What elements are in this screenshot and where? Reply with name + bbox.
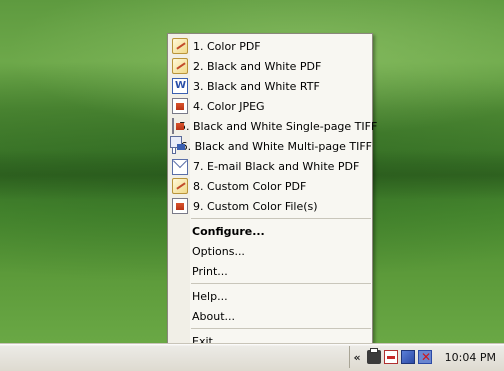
menu-item-label: 6. Black and White Multi-page TIFF (180, 139, 372, 153)
menu-item-label: 2. Black and White PDF (193, 59, 322, 73)
image-icon (172, 118, 184, 134)
taskbar: « 10:04 PM (0, 343, 504, 371)
menu-item-label: 5. Black and White Single-page TIFF (179, 119, 378, 133)
menu-item-bw-multi-tiff[interactable]: 6. Black and White Multi-page TIFF (169, 136, 372, 156)
menu-item-custom-color-pdf[interactable]: 8. Custom Color PDF (169, 176, 372, 196)
printer-icon[interactable] (367, 348, 381, 364)
mail-icon (172, 159, 188, 175)
menu-item-configure[interactable]: Configure... (169, 221, 372, 241)
menu-item-label: 1. Color PDF (193, 39, 261, 53)
system-tray: « 10:04 PM (349, 346, 504, 368)
menu-item-color-pdf[interactable]: 1. Color PDF (169, 36, 372, 56)
pdf-icon (172, 58, 188, 74)
menu-item-options[interactable]: Options... (169, 241, 372, 261)
pdf-tray-icon[interactable] (384, 350, 398, 364)
menu-item-bw-single-tiff[interactable]: 5. Black and White Single-page TIFF (169, 116, 377, 136)
pdf-icon (172, 38, 188, 54)
menu-item-help[interactable]: Help... (169, 286, 372, 306)
menu-item-label: Configure... (192, 224, 265, 238)
menu-item-label: 8. Custom Color PDF (193, 179, 307, 193)
menu-item-label: 4. Color JPEG (193, 99, 265, 113)
multipage-icon (170, 136, 184, 154)
pdf-icon (172, 178, 188, 194)
menu-item-label: 3. Black and White RTF (193, 79, 320, 93)
menu-item-email-bw-pdf[interactable]: 7. E-mail Black and White PDF (169, 156, 372, 176)
menu-item-bw-pdf[interactable]: 2. Black and White PDF (169, 56, 372, 76)
menu-item-custom-color-files[interactable]: 9. Custom Color File(s) (169, 196, 372, 216)
menu-item-label: Options... (192, 244, 245, 258)
volume-muted-icon[interactable] (418, 350, 432, 364)
show-hidden-icons-chevron[interactable]: « (350, 351, 364, 364)
menu-separator (191, 283, 371, 284)
menu-item-about[interactable]: About... (169, 306, 372, 326)
menu-item-label: 9. Custom Color File(s) (193, 199, 318, 213)
tray-context-menu: 1. Color PDF 2. Black and White PDF 3. B… (167, 33, 377, 352)
menu-item-print[interactable]: Print... (169, 261, 372, 281)
menu-separator (191, 218, 371, 219)
image-icon (172, 98, 188, 114)
menu-item-label: Help... (192, 289, 228, 303)
menu-item-label: 7. E-mail Black and White PDF (193, 159, 360, 173)
menu-item-label: Print... (192, 264, 228, 278)
menu-separator (191, 328, 371, 329)
menu-item-label: About... (192, 309, 236, 323)
network-icon[interactable] (401, 350, 415, 364)
image-icon (172, 198, 188, 214)
rtf-icon (172, 78, 188, 94)
clock[interactable]: 10:04 PM (445, 351, 496, 364)
menu-item-color-jpeg[interactable]: 4. Color JPEG (169, 96, 372, 116)
menu-item-bw-rtf[interactable]: 3. Black and White RTF (169, 76, 372, 96)
